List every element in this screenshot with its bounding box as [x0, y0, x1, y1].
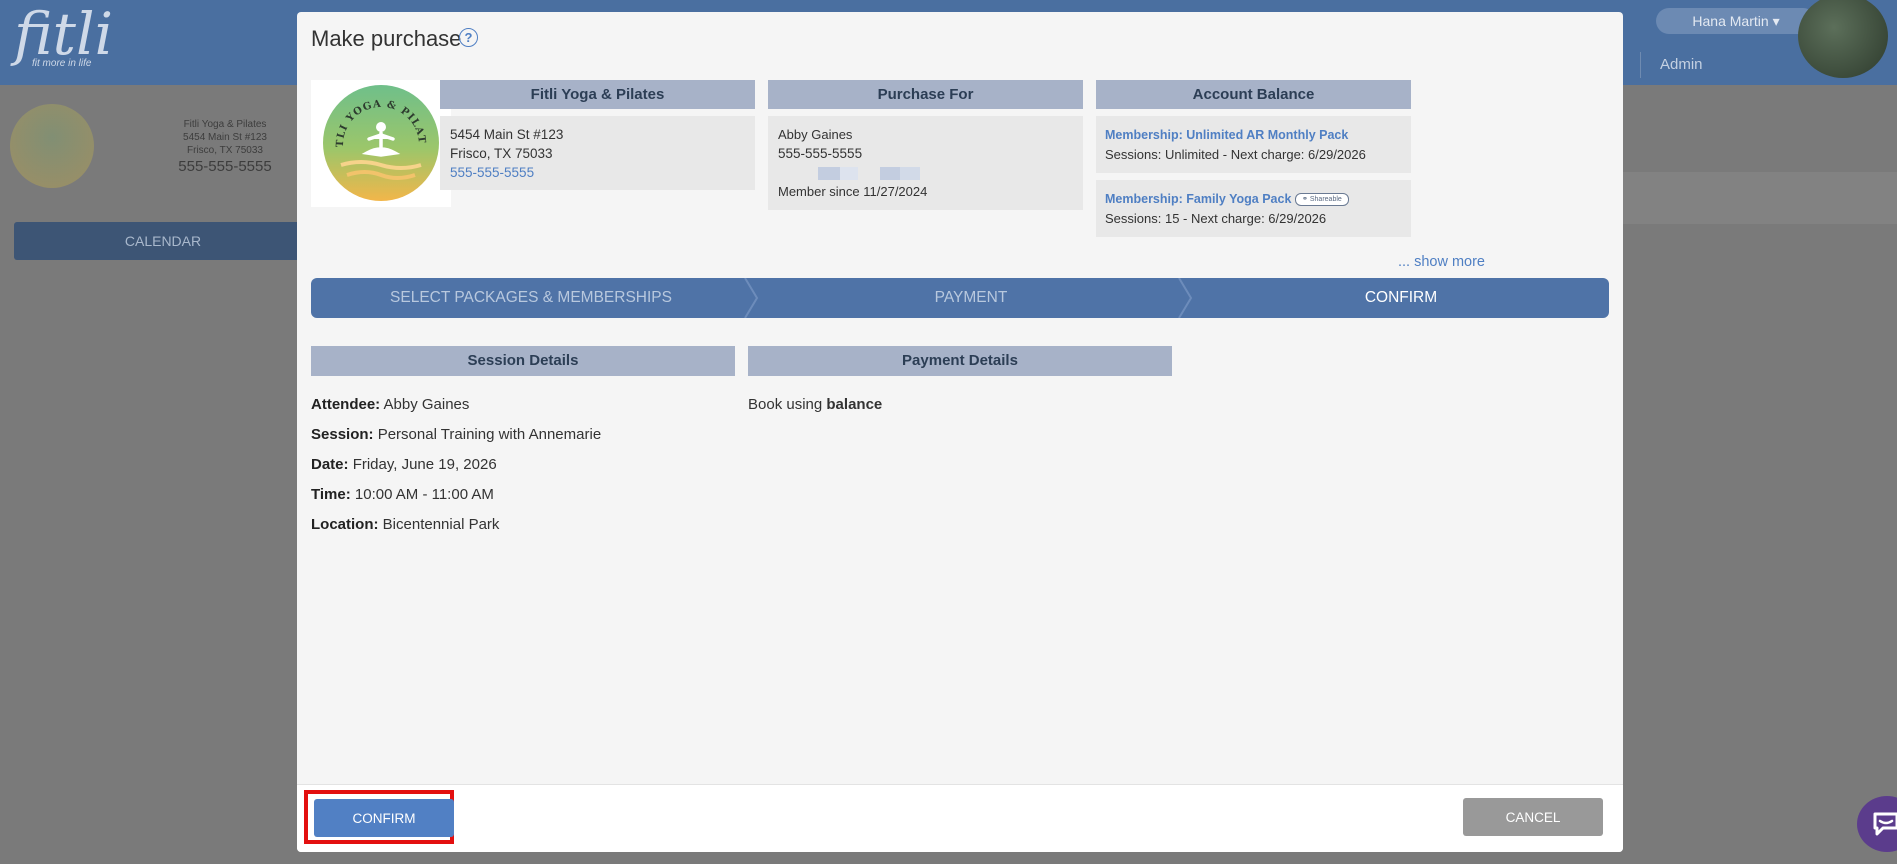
- session-details: Attendee: Abby Gaines Session: Personal …: [311, 390, 601, 540]
- date-row: Date: Friday, June 19, 2026: [311, 456, 497, 473]
- purchase-for-header: Purchase For: [768, 80, 1083, 109]
- studio-phone-link[interactable]: 555-555-5555: [450, 165, 534, 180]
- studio-phone-bg: 555-555-5555: [178, 158, 272, 175]
- membership-item: Membership: Unlimited AR Monthly Pack Se…: [1096, 116, 1411, 173]
- session-details-header: Session Details: [311, 346, 735, 376]
- help-icon[interactable]: ?: [459, 28, 478, 47]
- step-payment[interactable]: PAYMENT: [756, 278, 1186, 318]
- purchase-steps: SELECT PACKAGES & MEMBERSHIPS PAYMENT CO…: [311, 278, 1609, 318]
- user-menu[interactable]: Hana Martin ▾: [1656, 8, 1816, 34]
- purchase-for-body: Abby Gaines 555-555-5555 Member since 11…: [768, 116, 1083, 210]
- date-value: Friday, June 19, 2026: [352, 456, 497, 473]
- user-name: Hana Martin: [1692, 13, 1769, 29]
- location-value: Bicentennial Park: [382, 516, 500, 533]
- membership-details: Sessions: Unlimited - Next charge: 6/29/…: [1105, 147, 1366, 162]
- studio-logo: FITLI YOGA & PILATES: [311, 80, 451, 207]
- chat-icon: [1873, 812, 1897, 836]
- studio-card: Fitli Yoga & Pilates 5454 Main St #123 F…: [440, 80, 755, 190]
- confirm-button[interactable]: CONFIRM: [314, 799, 454, 837]
- session-row: Session: Personal Training with Annemari…: [311, 426, 602, 443]
- calendar-button[interactable]: CALENDAR: [14, 222, 312, 260]
- purchase-for-card: Purchase For Abby Gaines 555-555-5555 Me…: [768, 80, 1083, 210]
- share-icon: ⚭: [1302, 196, 1308, 204]
- account-balance-card: Account Balance Membership: Unlimited AR…: [1096, 80, 1411, 237]
- chat-button[interactable]: [1857, 796, 1897, 852]
- studio-address1: 5454 Main St #123: [450, 127, 564, 142]
- modal-title: Make purchase: [311, 26, 462, 51]
- studio-info-bg: Fitli Yoga & Pilates 5454 Main St #123 F…: [150, 118, 300, 177]
- attendee-value: Abby Gaines: [383, 396, 470, 413]
- membership-link[interactable]: Membership: Family Yoga Pack: [1105, 192, 1291, 206]
- studio-address1-bg: 5454 Main St #123: [183, 132, 267, 143]
- app-logo-tagline: fit more in life: [32, 58, 92, 69]
- studio-name-bg: Fitli Yoga & Pilates: [183, 119, 267, 130]
- location-row: Location: Bicentennial Park: [311, 516, 500, 533]
- attendee-row: Attendee: Abby Gaines: [311, 396, 470, 413]
- member-since: Member since 11/27/2024: [778, 184, 928, 199]
- studio-card-header: Fitli Yoga & Pilates: [440, 80, 755, 109]
- show-more-link[interactable]: ... show more: [1345, 254, 1485, 270]
- session-value: Personal Training with Annemarie: [377, 426, 602, 443]
- membership-details: Sessions: 15 - Next charge: 6/29/2026: [1105, 211, 1327, 226]
- member-phone: 555-555-5555: [778, 146, 863, 161]
- make-purchase-modal: Make purchase ? FITLI YOGA & PILATES: [297, 12, 1623, 852]
- step-select-packages[interactable]: SELECT PACKAGES & MEMBERSHIPS: [311, 278, 751, 318]
- account-balance-header: Account Balance: [1096, 80, 1411, 109]
- payment-details-header: Payment Details: [748, 346, 1172, 376]
- background-panel: [1600, 172, 1897, 224]
- payment-method: Book using balance: [748, 396, 883, 413]
- studio-card-body: 5454 Main St #123 Frisco, TX 75033 555-5…: [440, 116, 755, 190]
- membership-item: Membership: Family Yoga Pack ⚭ Shareable…: [1096, 180, 1411, 237]
- yoga-logo-icon: FITLI YOGA & PILATES: [321, 83, 439, 201]
- time-row: Time: 10:00 AM - 11:00 AM: [311, 486, 494, 503]
- cancel-button[interactable]: CANCEL: [1463, 798, 1603, 836]
- app-logo: fitli: [14, 0, 114, 68]
- admin-link[interactable]: Admin: [1660, 56, 1703, 73]
- member-name: Abby Gaines: [778, 127, 853, 142]
- modal-footer: CONFIRM CANCEL: [297, 784, 1623, 852]
- studio-address2-bg: Frisco, TX 75033: [187, 145, 263, 156]
- step-confirm[interactable]: CONFIRM: [1186, 278, 1609, 318]
- payment-method-value: balance: [826, 396, 883, 413]
- avatar[interactable]: [1798, 0, 1888, 78]
- studio-logo-bg: [10, 104, 94, 188]
- redacted-info: [778, 163, 1073, 182]
- shareable-badge: ⚭ Shareable: [1295, 193, 1349, 207]
- time-value: 10:00 AM - 11:00 AM: [354, 486, 494, 503]
- studio-address2: Frisco, TX 75033: [450, 146, 553, 161]
- chevron-down-icon: ▾: [1772, 13, 1780, 29]
- header-divider: [1640, 52, 1641, 78]
- membership-link[interactable]: Membership: Unlimited AR Monthly Pack: [1105, 128, 1348, 142]
